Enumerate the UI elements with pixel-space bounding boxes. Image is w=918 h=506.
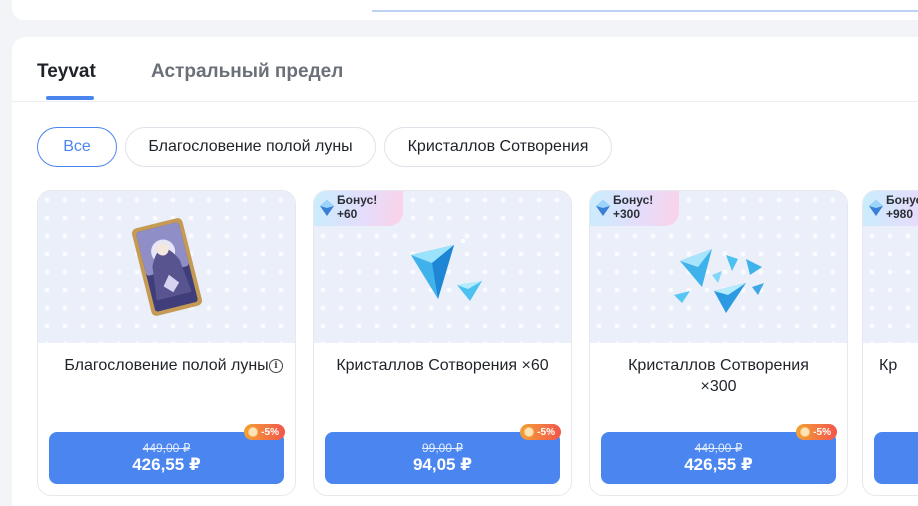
bonus-value: +60 — [337, 207, 358, 221]
discount-label: -5% — [537, 426, 555, 438]
top-card-border — [372, 10, 918, 12]
top-card — [12, 0, 918, 20]
product-name: Кристаллов Сотворения ×60 — [336, 357, 549, 374]
buy-button[interactable]: 449,00 ₽ 426,55 ₽ — [601, 432, 836, 484]
product-name: Кр — [879, 357, 898, 374]
old-price: 449,00 ₽ — [142, 441, 191, 455]
discount-badge: -5% — [244, 424, 285, 440]
discount-badge: -5% — [520, 424, 561, 440]
discount-badge: -5% — [796, 424, 837, 440]
product-card-moon-blessing[interactable]: Благословение полой луны i 449,00 ₽ 426,… — [37, 190, 296, 496]
bonus-badge: Бонус! +980 — [863, 191, 918, 226]
coin-icon — [800, 427, 811, 437]
buy-button[interactable]: 99,00 ₽ 94,05 ₽ — [325, 432, 560, 484]
current-price: 426,55 ₽ — [132, 455, 201, 474]
bonus-label: Бонус! — [613, 193, 654, 207]
discount-label: -5% — [261, 426, 279, 438]
current-price: 94,05 ₽ — [412, 455, 473, 474]
tab-teyvat[interactable]: Teyvat — [37, 61, 96, 83]
product-name: Благословение полой луны — [64, 357, 269, 374]
crystal-badge-icon — [596, 200, 610, 216]
tab-astral-limit[interactable]: Астральный предел — [151, 61, 343, 83]
old-price: 99,00 ₽ — [422, 441, 463, 455]
shop-panel: Teyvat Астральный предел Все Благословен… — [12, 37, 918, 506]
bonus-value: +980 — [886, 207, 914, 221]
tab-bar: Teyvat Астральный предел — [12, 37, 918, 102]
product-card-crystals-partial[interactable]: Бонус! +980 Кр — [862, 190, 918, 496]
buy-button[interactable] — [874, 432, 918, 484]
discount-label: -5% — [813, 426, 831, 438]
old-price: 449,00 ₽ — [694, 441, 743, 455]
product-card-crystals-60[interactable]: Бонус! +60 Кристаллов Сотворения ×60 99,… — [313, 190, 572, 496]
info-icon[interactable]: i — [269, 359, 283, 373]
product-image — [38, 191, 295, 343]
crystal-badge-icon — [320, 200, 334, 216]
bonus-value: +300 — [613, 207, 641, 221]
filter-moon-blessing[interactable]: Благословение полой луны — [125, 127, 376, 167]
bonus-badge: Бонус! +300 — [590, 191, 679, 226]
coin-icon — [524, 427, 535, 437]
bonus-badge: Бонус! +60 — [314, 191, 403, 226]
filter-crystals[interactable]: Кристаллов Сотворения — [384, 127, 612, 167]
moon-card-icon — [131, 218, 203, 316]
coin-icon — [248, 427, 259, 437]
buy-button[interactable]: 449,00 ₽ 426,55 ₽ — [49, 432, 284, 484]
crystal-badge-icon — [869, 200, 883, 216]
filter-all[interactable]: Все — [37, 127, 117, 167]
active-tab-indicator — [46, 96, 94, 100]
bonus-label: Бонус! — [886, 193, 918, 207]
bonus-label: Бонус! — [337, 193, 378, 207]
product-card-crystals-300[interactable]: Бонус! +300 Кристаллов Сотворения ×300 4… — [589, 190, 848, 496]
current-price: 426,55 ₽ — [684, 455, 753, 474]
product-name: Кристаллов Сотворения ×300 — [628, 357, 809, 395]
